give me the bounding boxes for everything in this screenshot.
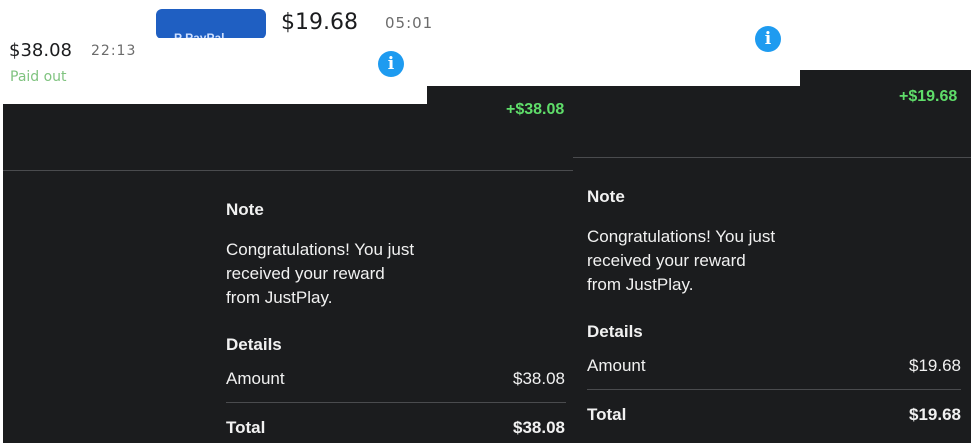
left-credit-amount: +$38.08: [506, 101, 565, 118]
right-note-line: from JustPlay.: [587, 275, 694, 294]
right-total-value: $19.68: [909, 405, 961, 424]
left-total-label: Total: [226, 418, 266, 437]
left-time: 22:13: [91, 43, 137, 59]
left-note-line: Congratulations! You just: [226, 240, 415, 259]
info-icon[interactable]: i: [755, 26, 781, 52]
left-note-heading: Note: [226, 200, 264, 219]
right-details-heading: Details: [587, 322, 643, 341]
left-amount: $38.08: [9, 40, 72, 61]
right-note-line: Congratulations! You just: [587, 227, 776, 246]
right-amount-label: Amount: [587, 356, 646, 375]
left-status: Paid out: [10, 69, 67, 85]
left-amount-label: Amount: [226, 369, 285, 388]
divider: [573, 157, 971, 158]
right-credit-amount: +$19.68: [899, 88, 958, 105]
divider: [226, 402, 566, 403]
left-total-value: $38.08: [513, 418, 565, 437]
right-note-line: received your reward: [587, 251, 746, 270]
paypal-logo: P PayPal: [156, 9, 266, 45]
divider: [3, 170, 573, 171]
right-amount: $19.68: [281, 10, 358, 35]
left-note-line: received your reward: [226, 264, 385, 283]
info-icon[interactable]: i: [378, 51, 404, 77]
right-time: 05:01: [385, 14, 434, 32]
left-details-heading: Details: [226, 335, 282, 354]
right-total-label: Total: [587, 405, 627, 424]
right-note-heading: Note: [587, 187, 625, 206]
divider: [587, 389, 961, 390]
right-amount-value: $19.68: [909, 356, 961, 375]
left-note-line: from JustPlay.: [226, 288, 333, 307]
left-amount-value: $38.08: [513, 369, 565, 388]
